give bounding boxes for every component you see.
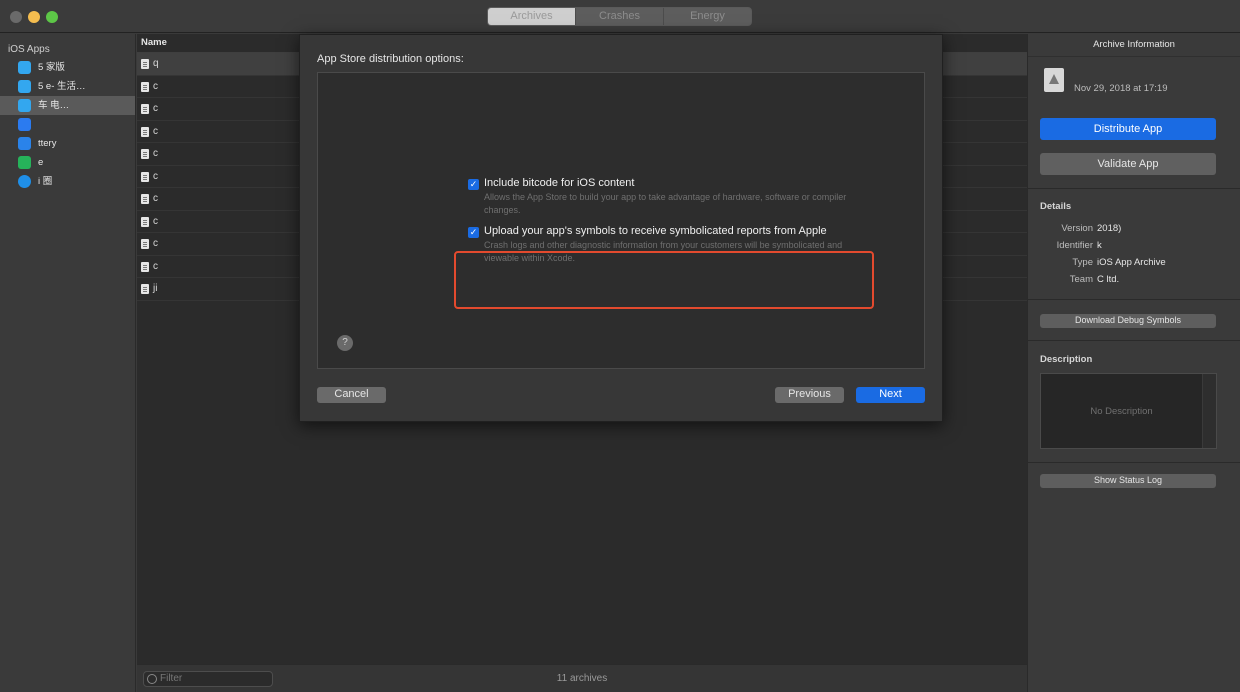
description-field[interactable]: No Description — [1040, 373, 1217, 449]
xcode-organizer-window: Archives Crashes Energy iOS Apps 5 家版 5 … — [0, 0, 1240, 692]
distribution-options-sheet: App Store distribution options: ✓ Includ… — [299, 34, 943, 422]
sidebar-app-item[interactable]: e — [0, 153, 135, 172]
highlight-annotation — [454, 251, 874, 309]
inspector-title: Archive Information — [1028, 34, 1240, 57]
organizer-tab-control: Archives Crashes Energy — [487, 7, 752, 26]
sidebar-app-item[interactable]: ttery — [0, 134, 135, 153]
sidebar-heading: iOS Apps — [8, 44, 50, 55]
option-label: Upload your app's symbols to receive sym… — [484, 225, 827, 237]
sidebar-app-label: 5 家版 — [38, 62, 65, 73]
option-description: Allows the App Store to build your app t… — [484, 192, 847, 215]
archive-file-icon — [141, 149, 149, 159]
archive-row-name: c — [153, 80, 158, 92]
app-icon — [18, 99, 31, 112]
archive-row-name: c — [153, 215, 158, 227]
upload-symbols-checkbox[interactable]: ✓ — [468, 227, 479, 238]
detail-row-version: Version 2018) — [1028, 223, 1240, 235]
sidebar-app-label: 车 电… — [38, 100, 70, 111]
sidebar-app-item[interactable]: i 圈 — [0, 172, 135, 191]
detail-label: Type — [1072, 257, 1093, 268]
app-icon — [18, 137, 31, 150]
title-bar: Archives Crashes Energy — [0, 0, 1240, 33]
app-icon — [18, 156, 31, 169]
download-debug-symbols-button[interactable]: Download Debug Symbols — [1040, 314, 1216, 328]
detail-label: Identifier — [1056, 240, 1093, 251]
archive-row-name: c — [153, 103, 158, 114]
validate-app-button[interactable]: Validate App — [1040, 153, 1216, 175]
archive-count: 11 archives — [556, 673, 608, 684]
tab-energy[interactable]: Energy — [664, 8, 751, 25]
archive-row-name: c — [153, 260, 158, 272]
archive-row-name: c — [153, 148, 158, 159]
detail-row-identifier: Identifier k — [1028, 240, 1240, 252]
help-button[interactable]: ? — [337, 335, 353, 351]
archive-row-name: c — [153, 125, 158, 137]
cancel-button[interactable]: Cancel — [317, 387, 386, 403]
archive-file-icon — [141, 171, 149, 182]
archive-row-name: ji — [153, 283, 158, 294]
sidebar-app-item[interactable]: 5 e- 生活… — [0, 77, 135, 96]
sheet-title: App Store distribution options: — [317, 53, 464, 65]
detail-value: k — [1097, 240, 1102, 251]
close-window-button[interactable] — [10, 11, 22, 23]
archive-icon — [1044, 68, 1064, 92]
sidebar-app-item[interactable]: 5 家版 — [0, 58, 135, 77]
archive-file-icon — [141, 261, 149, 272]
archive-row-name: q — [153, 58, 159, 69]
archive-row-name: c — [153, 193, 158, 204]
description-title: Description — [1040, 354, 1093, 365]
sidebar-app-label: 5 e- 生活… — [38, 81, 86, 92]
option-label: Include bitcode for iOS content — [484, 177, 635, 189]
archive-file-icon — [141, 104, 149, 114]
show-status-log-button[interactable]: Show Status Log — [1040, 474, 1216, 488]
sidebar-app-label: ttery — [38, 138, 57, 149]
tab-archives[interactable]: Archives — [488, 8, 576, 25]
detail-label: Version — [1061, 223, 1093, 234]
sidebar-app-item[interactable] — [0, 115, 135, 134]
detail-value: 2018) — [1097, 223, 1122, 234]
divider — [1028, 299, 1240, 300]
detail-label: Team — [1069, 274, 1093, 285]
archive-file-icon — [141, 284, 149, 294]
divider — [1028, 340, 1240, 341]
options-panel: ✓ Include bitcode for iOS content Allows… — [317, 72, 925, 369]
archive-file-icon — [141, 81, 149, 92]
previous-button[interactable]: Previous — [775, 387, 844, 403]
minimize-window-button[interactable] — [28, 11, 40, 23]
divider — [1028, 188, 1240, 189]
include-bitcode-checkbox[interactable]: ✓ — [468, 179, 479, 190]
app-icon — [18, 175, 31, 188]
detail-row-type: Type iOS App Archive — [1028, 257, 1240, 269]
archive-file-icon — [141, 216, 149, 227]
distribute-app-button[interactable]: Distribute App — [1040, 118, 1216, 140]
zoom-window-button[interactable] — [46, 11, 58, 23]
app-icon — [18, 118, 31, 131]
detail-row-team: Team C ltd. — [1028, 274, 1240, 286]
archive-file-icon — [141, 59, 149, 69]
description-scrollbar[interactable] — [1202, 374, 1216, 448]
archive-row-name: c — [153, 238, 158, 249]
divider — [1028, 462, 1240, 463]
detail-value: C ltd. — [1097, 274, 1120, 285]
sidebar-app-label: i 圈 — [38, 176, 53, 187]
archive-file-icon — [141, 126, 149, 137]
next-button[interactable]: Next — [856, 387, 925, 403]
archive-list-footer: Filter 11 archives — [137, 664, 1027, 692]
app-icon — [18, 61, 31, 74]
archive-date: Nov 29, 2018 at 17:19 — [1074, 83, 1168, 94]
archive-inspector: Archive Information Nov 29, 2018 at 17:1… — [1027, 34, 1240, 692]
app-sidebar: iOS Apps 5 家版 5 e- 生活… 车 电… ttery e i 圈 — [0, 34, 136, 692]
app-icon — [18, 80, 31, 93]
sidebar-app-label: e — [38, 157, 44, 168]
description-placeholder: No Description — [1090, 406, 1153, 417]
archive-file-icon — [141, 194, 149, 204]
archive-row-name: c — [153, 170, 158, 182]
detail-value: iOS App Archive — [1097, 257, 1166, 268]
details-title: Details — [1040, 201, 1072, 212]
tab-crashes[interactable]: Crashes — [576, 8, 664, 25]
sidebar-app-item-selected[interactable]: 车 电… — [0, 96, 135, 115]
archive-file-icon — [141, 239, 149, 249]
